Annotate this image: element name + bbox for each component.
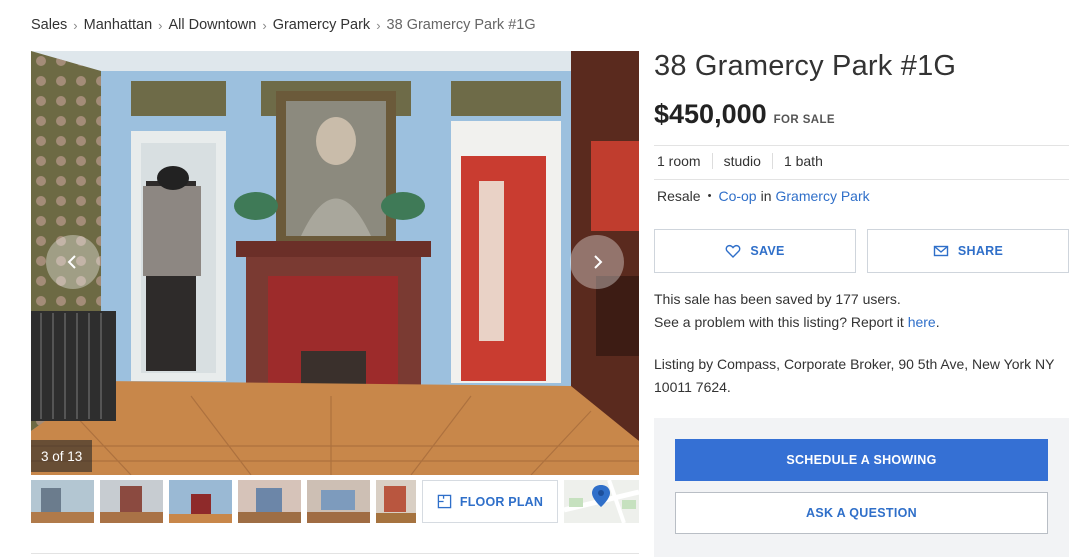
previous-photo-button[interactable] [46,235,100,289]
share-button[interactable]: SHARE [867,229,1069,273]
bullet-separator: • [707,190,712,202]
photo-thumbnail[interactable] [31,480,94,523]
next-photo-button[interactable] [570,235,624,289]
price-row: $450,000 FOR SALE [654,99,835,130]
breadcrumb-separator: › [262,17,267,33]
listing-type-row: Resale • Co-op in Gramercy Park [657,185,870,207]
report-problem-row: See a problem with this listing? Report … [654,311,940,334]
breadcrumb-separator: › [73,17,78,33]
envelope-icon [933,245,949,257]
contact-panel: SCHEDULE A SHOWING ASK A QUESTION [654,418,1069,557]
photo-thumbnail[interactable] [100,480,163,523]
unit-type-link[interactable]: Co-op [718,188,756,204]
divider [654,179,1069,180]
neighborhood-link[interactable]: Gramercy Park [776,188,870,204]
chevron-right-icon [594,255,603,269]
floor-plan-label: FLOOR PLAN [459,494,544,509]
breadcrumb-manhattan[interactable]: Manhattan [84,17,153,33]
thumbnail-strip: FLOOR PLAN [31,480,639,523]
in-word: in [760,188,772,204]
breadcrumb: Sales › Manhattan › All Downtown › Grame… [31,14,536,36]
floor-plan-button[interactable]: FLOOR PLAN [422,480,558,523]
report-problem-link[interactable]: here [908,314,936,330]
unit-size: studio [711,153,772,169]
report-period: . [935,314,940,330]
saved-count-text: This sale has been saved by 177 users. [654,291,901,307]
broker-info: Listing by Compass, Corporate Broker, 90… [654,356,1055,395]
listing-title: 38 Gramercy Park #1G [654,50,957,82]
divider [654,145,1069,146]
schedule-showing-button[interactable]: SCHEDULE A SHOWING [675,439,1048,481]
photo-thumbnail[interactable] [169,480,232,523]
rooms-count: 1 room [657,153,701,169]
breadcrumb-separator: › [158,17,163,33]
report-problem-text: See a problem with this listing? Report … [654,314,904,330]
photo-thumbnail[interactable] [238,480,301,523]
breadcrumb-sales[interactable]: Sales [31,17,67,33]
bath-count: 1 bath [771,153,834,169]
breadcrumb-gramercy-park[interactable]: Gramercy Park [273,17,371,33]
listing-photo [31,51,639,475]
heart-icon [725,244,741,258]
listing-info: This sale has been saved by 177 users. S… [654,288,940,334]
save-label: SAVE [750,244,785,258]
ask-question-button[interactable]: ASK A QUESTION [675,492,1048,534]
photo-counter: 3 of 13 [31,440,93,472]
listing-price: $450,000 [654,99,767,129]
photo-thumbnail[interactable] [376,480,416,523]
listing-status: FOR SALE [773,114,835,126]
breadcrumb-current: 38 Gramercy Park #1G [386,17,536,33]
save-button[interactable]: SAVE [654,229,856,273]
breadcrumb-separator: › [376,17,381,33]
share-label: SHARE [957,244,1004,258]
breadcrumb-all-downtown[interactable]: All Downtown [169,17,257,33]
photo-thumbnail[interactable] [307,480,370,523]
floor-plan-icon [437,494,452,509]
divider [31,553,639,554]
map-thumbnail[interactable] [564,480,639,523]
chevron-left-icon [67,255,76,269]
photo-gallery[interactable]: 3 of 13 [31,51,639,475]
sale-type: Resale [657,188,701,204]
listing-details: 1 room studio 1 bath [654,150,834,172]
